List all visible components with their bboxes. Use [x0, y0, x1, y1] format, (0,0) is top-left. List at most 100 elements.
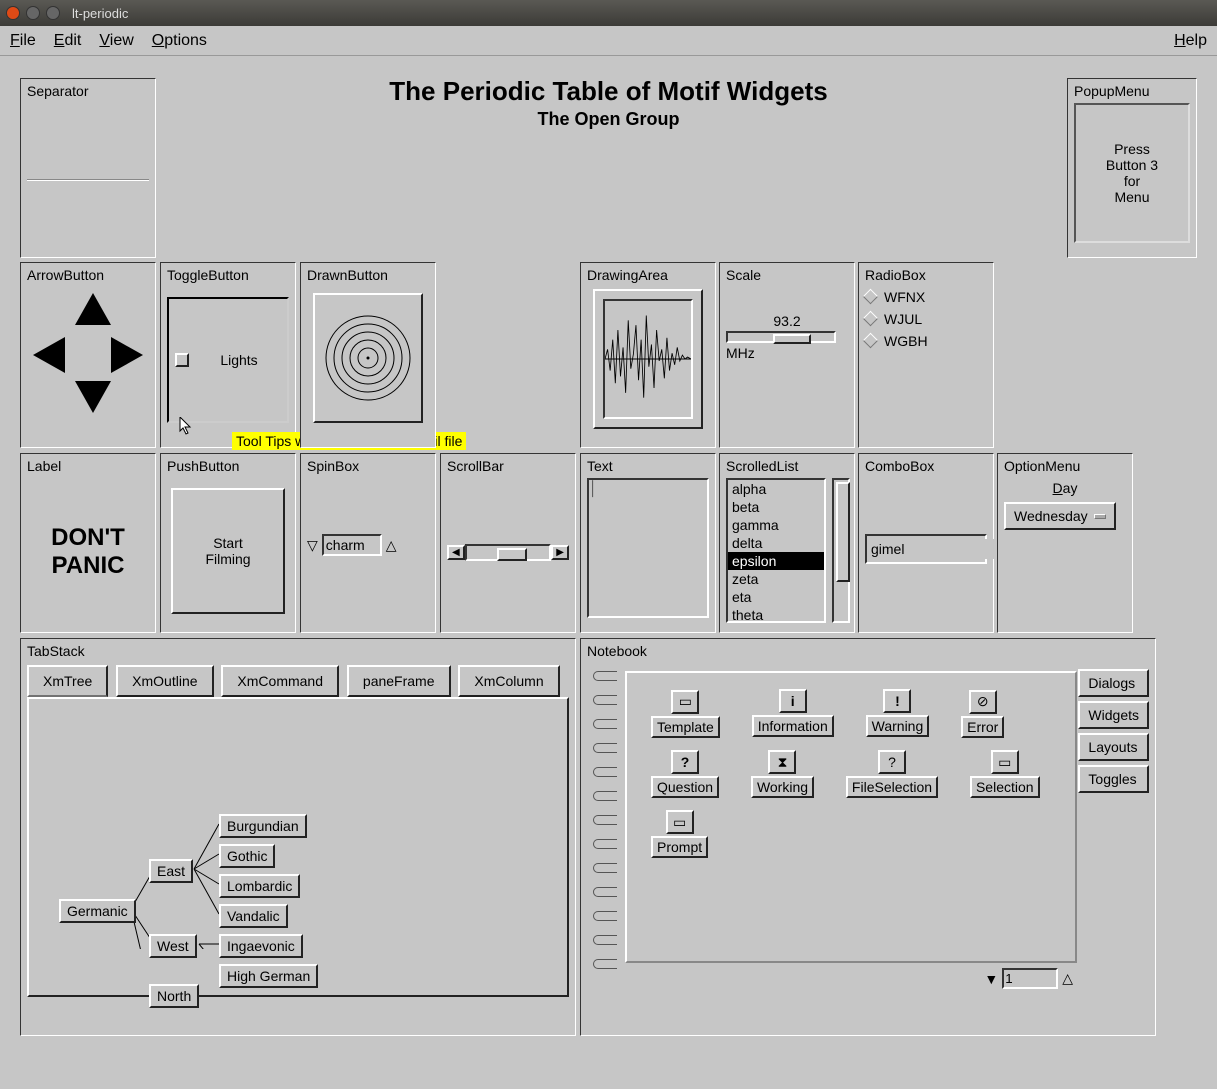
tree-node-burgundian[interactable]: Burgundian — [219, 814, 307, 838]
scale-unit: MHz — [726, 345, 848, 361]
nb-page-next[interactable]: △ — [1062, 970, 1073, 987]
list-scroll-thumb[interactable] — [836, 482, 850, 582]
tab-xmcolumn[interactable]: XmColumn — [458, 665, 559, 697]
popupmenu-area[interactable]: Press Button 3 for Menu — [1074, 103, 1190, 243]
nb-tab-layouts[interactable]: Layouts — [1078, 733, 1149, 761]
nb-tab-widgets[interactable]: Widgets — [1078, 701, 1149, 729]
notebook-page: ▭Template iInformation !Warning ⊘Error ?… — [625, 671, 1077, 963]
tree-node-north[interactable]: North — [149, 984, 199, 1008]
scrolledlist-title: ScrolledList — [726, 458, 848, 474]
scrollbar-track[interactable] — [465, 544, 552, 561]
optionmenu-value: Wednesday — [1014, 508, 1088, 524]
information-icon: i — [779, 689, 807, 713]
radio-wgbh[interactable]: WGBH — [865, 333, 987, 349]
arrow-down-button[interactable] — [75, 381, 111, 413]
list-item[interactable]: beta — [728, 498, 824, 516]
nb-error[interactable]: ⊘Error — [961, 690, 1004, 738]
minimize-window-button[interactable] — [26, 6, 40, 20]
optionmenu-button[interactable]: Wednesday — [1004, 502, 1116, 530]
nb-page-prev[interactable]: ▼ — [984, 971, 998, 987]
nb-fileselection[interactable]: ?FileSelection — [846, 750, 938, 798]
radio-wfnx[interactable]: WFNX — [865, 289, 987, 305]
nb-tab-dialogs[interactable]: Dialogs — [1078, 669, 1149, 697]
arrow-up-button[interactable] — [75, 293, 111, 325]
tree-node-lombardic[interactable]: Lombardic — [219, 874, 300, 898]
maximize-window-button[interactable] — [46, 6, 60, 20]
optionmenu-cell: OptionMenu Day Wednesday — [997, 453, 1133, 633]
tree-node-vandalic[interactable]: Vandalic — [219, 904, 288, 928]
radiobox-title: RadioBox — [865, 267, 987, 283]
list-item[interactable]: eta — [728, 588, 824, 606]
togglebutton-label: Lights — [197, 352, 281, 368]
arrow-left-button[interactable] — [33, 337, 65, 373]
scrolledlist-widget[interactable]: alpha beta gamma delta epsilon zeta eta … — [726, 478, 826, 623]
menu-help[interactable]: Help — [1174, 32, 1207, 50]
nb-question[interactable]: ?Question — [651, 750, 719, 798]
nb-template[interactable]: ▭Template — [651, 690, 720, 738]
page-title-block: The Periodic Table of Motif Widgets The … — [0, 76, 1217, 130]
tab-xmcommand[interactable]: XmCommand — [221, 665, 339, 697]
separator-cell: Separator — [20, 78, 156, 258]
text-cell: Text │ — [580, 453, 716, 633]
radio-wjul[interactable]: WJUL — [865, 311, 987, 327]
nb-selection[interactable]: ▭Selection — [970, 750, 1040, 798]
spin-down-button[interactable]: ▽ — [307, 537, 318, 554]
tree-node-ingaevonic[interactable]: Ingaevonic — [219, 934, 303, 958]
nb-working[interactable]: ⧗Working — [751, 750, 814, 798]
tabstack-cell: TabStack XmTree XmOutline XmCommand pane… — [20, 638, 576, 1036]
radiobox-cell: RadioBox WFNX WJUL WGBH — [858, 262, 994, 448]
prompt-icon: ▭ — [666, 810, 694, 834]
menu-view[interactable]: View — [99, 32, 133, 50]
drawingarea-widget[interactable] — [603, 299, 693, 419]
window-titlebar: lt-periodic — [0, 0, 1217, 26]
close-window-button[interactable] — [6, 6, 20, 20]
nb-information[interactable]: iInformation — [752, 689, 834, 737]
notebook-cell: Notebook ▭Template iInformation !Warning… — [580, 638, 1156, 1036]
tree-node-east[interactable]: East — [149, 859, 193, 883]
nb-prompt[interactable]: ▭Prompt — [651, 810, 708, 858]
nb-page-input[interactable] — [1002, 968, 1058, 989]
tree-node-gothic[interactable]: Gothic — [219, 844, 275, 868]
tabstack-body: Germanic East West North Burgundian Goth… — [27, 697, 569, 997]
list-item[interactable]: epsilon — [728, 552, 824, 570]
notebook-spiral-icon — [593, 671, 621, 963]
menu-options[interactable]: Options — [152, 32, 207, 50]
nb-warning[interactable]: !Warning — [866, 689, 930, 737]
drawnbutton-widget[interactable] — [313, 293, 423, 423]
tree-node-west[interactable]: West — [149, 934, 197, 958]
arrow-right-button[interactable] — [111, 337, 143, 373]
popupmenu-title: PopupMenu — [1074, 83, 1190, 99]
scroll-right-button[interactable]: ▶ — [551, 545, 569, 560]
list-item[interactable]: gamma — [728, 516, 824, 534]
drawnbutton-cell: DrawnButton — [300, 262, 436, 448]
list-scrollbar[interactable] — [832, 478, 850, 623]
scale-thumb[interactable] — [773, 334, 811, 344]
tab-paneframe[interactable]: paneFrame — [347, 665, 451, 697]
tree-node-highgerman[interactable]: High German — [219, 964, 318, 988]
scroll-left-button[interactable]: ◀ — [447, 545, 465, 560]
fileselection-icon: ? — [878, 750, 906, 774]
tab-xmtree[interactable]: XmTree — [27, 665, 108, 697]
scale-track[interactable] — [726, 331, 836, 343]
toggle-indicator[interactable] — [175, 353, 189, 367]
spinbox-input[interactable] — [322, 534, 382, 556]
arrowbutton-cell: ArrowButton — [20, 262, 156, 448]
optionmenu-label: Day — [1053, 480, 1078, 496]
list-item[interactable]: theta — [728, 606, 824, 623]
menu-file[interactable]: File — [10, 32, 36, 50]
menu-edit[interactable]: Edit — [54, 32, 82, 50]
separator-title: Separator — [27, 83, 149, 99]
togglebutton-widget[interactable]: Lights — [167, 297, 289, 423]
list-item[interactable]: zeta — [728, 570, 824, 588]
warning-icon: ! — [883, 689, 911, 713]
spin-up-button[interactable]: △ — [386, 537, 397, 554]
tab-xmoutline[interactable]: XmOutline — [116, 665, 213, 697]
tree-node-germanic[interactable]: Germanic — [59, 899, 136, 923]
text-input[interactable]: │ — [587, 478, 709, 618]
scrollbar-thumb[interactable] — [497, 548, 527, 561]
list-item[interactable]: delta — [728, 534, 824, 552]
nb-tab-toggles[interactable]: Toggles — [1078, 765, 1149, 793]
pushbutton-widget[interactable]: Start Filming — [171, 488, 285, 614]
combobox-widget[interactable]: ▾ — [865, 534, 987, 564]
list-item[interactable]: alpha — [728, 480, 824, 498]
